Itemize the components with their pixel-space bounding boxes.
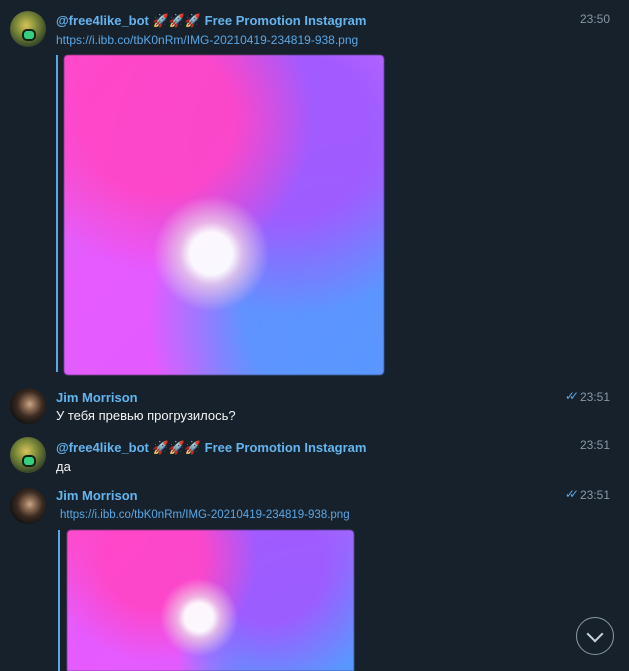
link-preview-image[interactable] <box>64 55 384 375</box>
sender-name[interactable]: @free4like_bot 🚀🚀🚀 Free Promotion Instag… <box>56 13 366 29</box>
sender-name[interactable]: Jim Morrison <box>56 390 138 405</box>
link-preview-bar <box>56 55 58 372</box>
sender-name[interactable]: Jim Morrison <box>56 488 138 503</box>
sender-name[interactable]: @free4like_bot 🚀🚀🚀 Free Promotion Instag… <box>56 440 366 456</box>
user-avatar[interactable] <box>10 488 46 524</box>
user-avatar[interactable] <box>10 388 46 424</box>
message-time: 23:50 <box>579 12 610 26</box>
message-time: 23:51 <box>579 488 610 502</box>
message-jim-link: Jim Morrison ✓✓ 23:51 https://i.ibb.co/t… <box>0 480 629 671</box>
image-link[interactable]: https://i.ibb.co/tbK0nRm/IMG-20210419-23… <box>60 509 350 521</box>
double-check-icon: ✓✓ <box>564 389 579 403</box>
image-link[interactable]: https://i.ibb.co/tbK0nRm/IMG-20210419-23… <box>56 33 358 47</box>
chat-history: @free4like_bot 🚀🚀🚀 Free Promotion Instag… <box>0 0 629 671</box>
bot-avatar[interactable] <box>10 11 46 47</box>
chevron-down-icon <box>586 625 604 643</box>
message-time: 23:51 <box>579 390 610 404</box>
double-check-icon: ✓✓ <box>564 487 579 501</box>
message-time: 23:51 <box>579 438 610 452</box>
bot-avatar[interactable] <box>10 437 46 473</box>
link-preview-bar <box>58 530 60 671</box>
message-bot-text: @free4like_bot 🚀🚀🚀 Free Promotion Instag… <box>0 430 629 480</box>
message-text: У тебя превью прогрузилось? <box>56 408 236 423</box>
message-bot-link: @free4like_bot 🚀🚀🚀 Free Promotion Instag… <box>0 0 629 380</box>
message-text: да <box>56 459 71 474</box>
scroll-down-button[interactable] <box>576 617 614 655</box>
message-jim-text: Jim Morrison ✓✓ 23:51 У тебя превью прог… <box>0 382 629 430</box>
link-preview-image[interactable] <box>67 530 354 671</box>
